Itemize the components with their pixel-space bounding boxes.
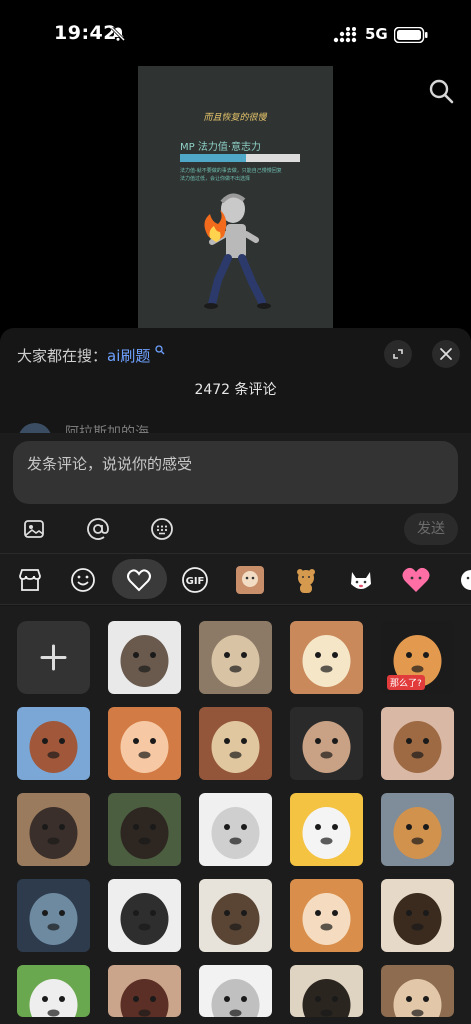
- sticker-monkey-clap[interactable]: [381, 707, 454, 780]
- hot-search-keyword[interactable]: ai刷题: [107, 347, 150, 365]
- sticker-panda-bandage[interactable]: [199, 621, 272, 694]
- expand-button[interactable]: [384, 340, 412, 368]
- white-cat-sticker-tab[interactable]: [345, 564, 377, 596]
- sticker-baby-wave[interactable]: [108, 621, 181, 694]
- sticker-hamster[interactable]: [381, 965, 454, 1017]
- sticker-cow-angry[interactable]: [108, 879, 181, 952]
- sticker-cat-drink[interactable]: [290, 793, 363, 866]
- sticker-cat-orange[interactable]: [290, 879, 363, 952]
- network-type: 5G: [365, 25, 388, 43]
- sticker-cat-hat[interactable]: [381, 879, 454, 952]
- plus-icon: [40, 644, 67, 671]
- sticker-monkey-shirt[interactable]: [17, 707, 90, 780]
- mention-icon[interactable]: [86, 517, 110, 541]
- status-bar: 19:42 5G: [0, 0, 471, 66]
- sticker-partial-tab[interactable]: [455, 564, 471, 596]
- video-player[interactable]: 而且恢复的很慢 MP 法力值·意志力 法力值-就不要做的事去做，只能自己慢慢回复…: [138, 66, 333, 328]
- gif-icon[interactable]: GIF: [179, 564, 211, 596]
- comment-composer: 发条评论，说说你的感受 发送: [0, 433, 471, 553]
- sticker-duck-blanket[interactable]: [290, 621, 363, 694]
- cat-sticker-tab[interactable]: [234, 564, 266, 596]
- video-caption: 而且恢复的很慢: [203, 112, 267, 123]
- figure-body: [226, 224, 246, 258]
- expand-icon: [393, 349, 403, 359]
- mp-meter-fill: [180, 154, 246, 162]
- smile-icon[interactable]: [67, 564, 99, 596]
- video-frame: 而且恢复的很慢 MP 法力值·意志力 法力值-就不要做的事去做，只能自己慢慢回复…: [180, 112, 300, 309]
- mute-bell-icon: [110, 26, 126, 42]
- search-small-icon: [155, 345, 165, 355]
- sticker-doodle-man[interactable]: [199, 965, 272, 1017]
- store-icon[interactable]: [14, 564, 46, 596]
- sticker-dog-nose[interactable]: [17, 793, 90, 866]
- comment-count: 2472 条评论: [194, 382, 277, 398]
- image-icon[interactable]: [22, 517, 46, 541]
- close-icon: [440, 348, 452, 360]
- svg-text:GIF: GIF: [186, 576, 205, 587]
- hot-search-prefix: 大家都在搜：: [17, 347, 108, 365]
- battery-icon: [394, 27, 428, 43]
- sticker-cat-label[interactable]: 那么了?: [381, 621, 454, 694]
- sticker-cow-field[interactable]: [17, 965, 90, 1017]
- hot-search-bar[interactable]: 大家都在搜：ai刷题: [17, 345, 165, 366]
- sticker-man-taped[interactable]: [290, 707, 363, 780]
- clock: 19:42: [54, 22, 117, 44]
- add-sticker-button[interactable]: [17, 621, 90, 694]
- sticker-blob-face[interactable]: [199, 793, 272, 866]
- video-note: 法力值-就不要做的事去做，只能自己慢慢回复: [180, 167, 282, 174]
- pink-heart-sticker-tab[interactable]: [400, 564, 432, 596]
- sticker-bear-cub[interactable]: [108, 793, 181, 866]
- sticker-shiba-smile[interactable]: [381, 793, 454, 866]
- sticker-cow-girl[interactable]: [199, 879, 272, 952]
- sticker-caption: 那么了?: [387, 675, 425, 690]
- sticker-grid: 那么了?: [0, 606, 471, 1024]
- emoji-tab-bar: GIF: [0, 553, 471, 605]
- bear-sticker-tab[interactable]: [290, 564, 322, 596]
- search-icon[interactable]: [428, 78, 454, 104]
- video-meter-label: MP 法力值·意志力: [180, 140, 261, 153]
- signal-icon: [333, 27, 357, 43]
- emoji-keyboard-icon[interactable]: [150, 517, 174, 541]
- video-note: 法力值过低，会让你做不出选择: [180, 175, 250, 182]
- close-button[interactable]: [432, 340, 460, 368]
- sticker-puppy-black[interactable]: [290, 965, 363, 1017]
- sticker-man-phone[interactable]: [17, 879, 90, 952]
- sticker-cat-scream[interactable]: [199, 707, 272, 780]
- heart-icon[interactable]: [123, 564, 155, 596]
- sticker-dog-scream[interactable]: [108, 965, 181, 1017]
- comment-input[interactable]: 发条评论，说说你的感受: [13, 441, 458, 504]
- send-button[interactable]: 发送: [404, 513, 458, 545]
- sticker-cat-grin[interactable]: [108, 707, 181, 780]
